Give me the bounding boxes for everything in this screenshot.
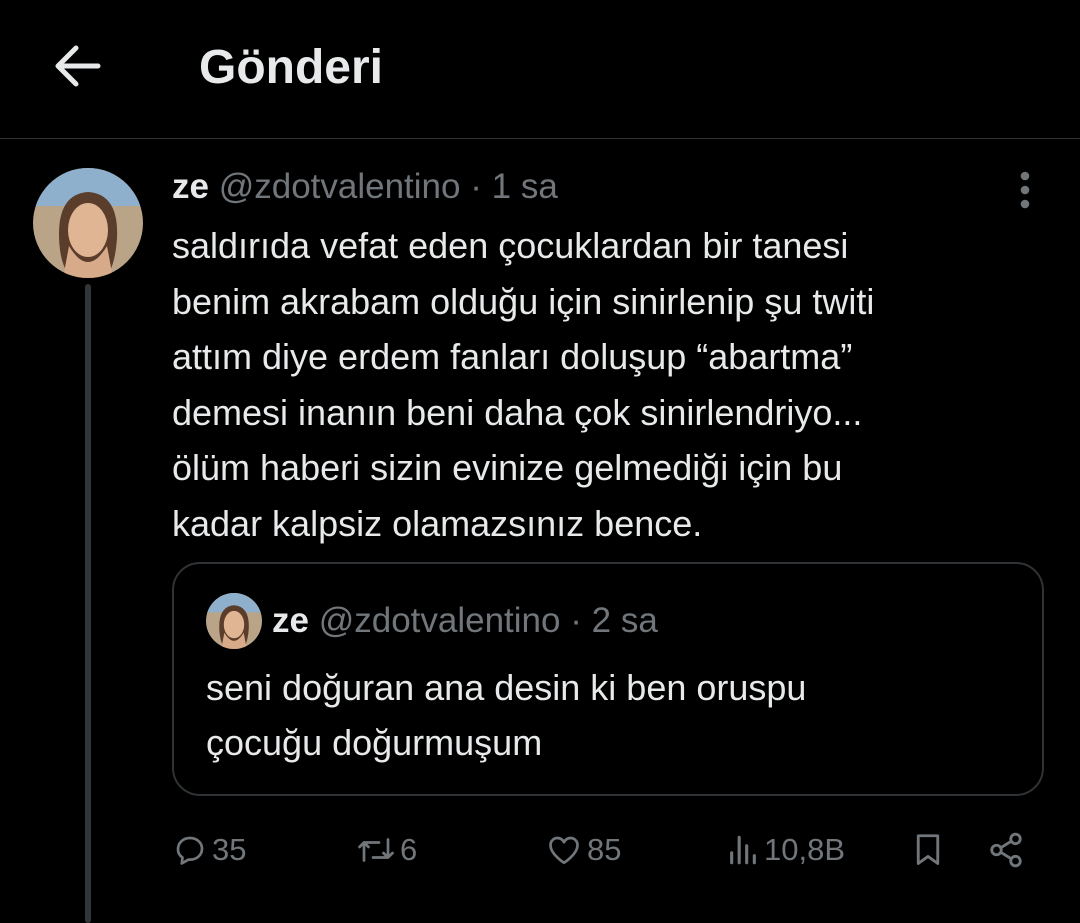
bookmark-icon [916,834,940,865]
post-meta: ze @zdotvalentino · 1 sa [172,166,558,208]
author-name[interactable]: ze [172,167,209,206]
share-icon [990,832,1022,868]
quoted-avatar [206,593,262,649]
separator: · [570,601,582,640]
bookmark-button[interactable] [910,828,946,872]
avatar[interactable] [33,168,143,278]
avatar-image [33,168,143,278]
quoted-text-line: çocuğu doğurmuşum [206,722,543,763]
header-divider [0,138,1080,139]
post-text-line: demesi inanın beni daha çok sinirlendriy… [172,391,863,433]
page-title: Gönderi [199,41,384,94]
share-button[interactable] [986,828,1026,872]
more-options-button[interactable] [1004,170,1046,210]
post-text-line: attım diye erdem fanları doluşup “abartm… [172,336,853,377]
quoted-post[interactable]: ze @zdotvalentino · 2 sa seni doğuran an… [172,562,1044,796]
like-button[interactable]: 85 [545,828,621,872]
like-count: 85 [587,832,622,867]
heart-icon [549,836,579,865]
post-text-line: benim akrabam olduğu için sinirlenip şu … [172,280,875,322]
post-time[interactable]: 1 sa [492,167,558,206]
reply-icon [176,836,204,865]
author-handle[interactable]: @zdotvalentino [219,167,461,206]
quoted-author-handle: @zdotvalentino [318,601,561,640]
quoted-text-line: seni doğuran ana desin ki ben oruspu [206,667,807,708]
quoted-text: seni doğuran ana desin ki ben oruspu çoc… [206,660,1026,770]
quoted-meta: ze @zdotvalentino · 2 sa [272,600,658,642]
views-button[interactable]: 10,8B [726,828,845,872]
views-count: 10,8B [764,832,846,867]
quoted-time: 2 sa [591,601,658,640]
retweet-count: 6 [400,832,418,867]
reply-button[interactable]: 35 [172,828,246,872]
reply-count: 35 [212,832,247,867]
arrow-left-icon [55,45,101,87]
quoted-author-name: ze [272,601,309,640]
quoted-avatar-image [206,593,262,649]
back-button[interactable] [50,42,104,90]
views-icon [730,835,756,865]
post-text-line: ölüm haberi sizin evinize gelmediği için… [172,447,843,488]
more-vertical-icon [1020,171,1030,209]
retweet-icon [358,838,394,862]
post-text-line: kadar kalpsiz olamazsınız bence. [172,502,703,544]
top-bar: Gönderi [0,0,1080,138]
retweet-button[interactable]: 6 [356,828,417,872]
action-bar: 35 6 85 10,8B [0,820,1080,880]
post-text-line: saldırıda vefat eden çocuklardan bir tan… [172,225,849,266]
separator: · [470,167,482,206]
post-text: saldırıda vefat eden çocuklardan bir tan… [172,218,1032,551]
